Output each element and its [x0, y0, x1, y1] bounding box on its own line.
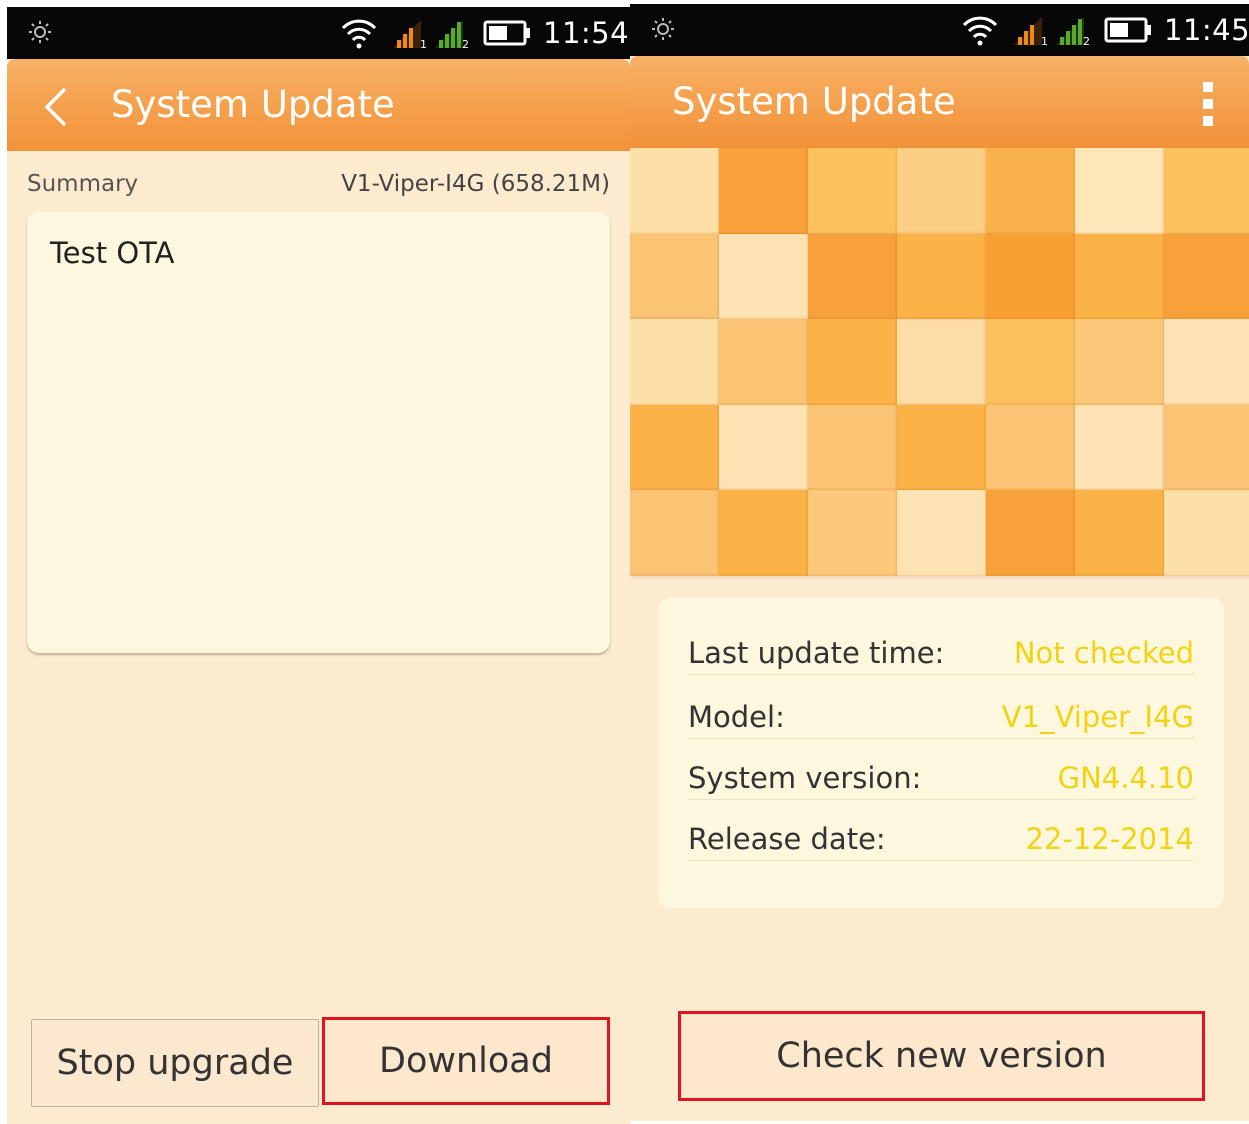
status-time: 11:45 [1164, 13, 1249, 47]
mosaic-tile [719, 148, 808, 234]
wifi-icon [962, 16, 998, 46]
mosaic-tile [897, 404, 986, 491]
last-update-label: Last update time: [688, 636, 945, 670]
mosaic-tile [719, 490, 808, 576]
page-title: System Update [111, 83, 395, 126]
version-info-card: Last update time: Not checked Model: V1_… [658, 598, 1224, 908]
mosaic-tile [1075, 490, 1164, 576]
overflow-menu-icon[interactable] [1201, 82, 1215, 126]
info-row-release-date: Release date: 22-12-2014 [688, 820, 1194, 861]
model-label: Model: [688, 700, 785, 734]
mosaic-tile [1164, 490, 1249, 576]
release-notes-text: Test OTA [50, 236, 175, 270]
mosaic-tile [719, 404, 808, 491]
mosaic-tile [1164, 148, 1249, 234]
check-new-version-button[interactable]: Check new version [678, 1011, 1205, 1101]
mosaic-tile [630, 404, 719, 491]
mosaic-tile [986, 490, 1075, 576]
mosaic-tile [986, 233, 1075, 320]
mosaic-tile [1075, 404, 1164, 491]
mosaic-tile [719, 233, 808, 320]
mosaic-tile [1075, 148, 1164, 234]
status-bar: 1 2 11:45 [630, 4, 1249, 56]
status-time: 11:54 [543, 16, 630, 50]
app-bar: System Update [7, 59, 630, 151]
left-screen: 1 2 11:54 System Update Summary V1-Viper… [7, 7, 630, 1124]
mosaic-tile [897, 233, 986, 320]
svg-text:1: 1 [420, 38, 427, 50]
model-value: V1_Viper_I4G [1001, 700, 1194, 734]
svg-text:1: 1 [1041, 35, 1048, 47]
back-arrow-icon[interactable] [41, 87, 71, 127]
banner-mosaic [630, 148, 1249, 576]
signal-sim1-icon: 1 [1014, 17, 1048, 47]
brightness-icon [652, 18, 674, 40]
svg-text:2: 2 [462, 38, 469, 50]
mosaic-tile [986, 148, 1075, 234]
mosaic-tile [808, 319, 897, 405]
system-version-value: GN4.4.10 [1057, 761, 1194, 795]
mosaic-tile [986, 404, 1075, 491]
release-date-label: Release date: [688, 822, 886, 856]
mosaic-tile [630, 319, 719, 405]
mosaic-tile [1164, 319, 1249, 405]
mosaic-tile [808, 233, 897, 320]
signal-sim2-icon: 2 [1056, 17, 1090, 47]
summary-row: Summary V1-Viper-I4G (658.21M) [27, 163, 610, 199]
mosaic-tile [630, 490, 719, 576]
mosaic-tile [1164, 233, 1249, 320]
mosaic-tile [897, 319, 986, 405]
info-row-last-update: Last update time: Not checked [688, 634, 1194, 675]
svg-text:2: 2 [1083, 35, 1090, 47]
stop-upgrade-button[interactable]: Stop upgrade [31, 1019, 319, 1107]
release-notes: Test OTA [27, 212, 610, 653]
info-row-model: Model: V1_Viper_I4G [688, 698, 1194, 739]
mosaic-tile [897, 490, 986, 576]
mosaic-tile [1075, 319, 1164, 405]
info-row-system-version: System version: GN4.4.10 [688, 759, 1194, 800]
battery-icon [483, 20, 530, 46]
status-bar: 1 2 11:54 [7, 7, 630, 59]
download-button[interactable]: Download [322, 1017, 610, 1105]
mosaic-tile [808, 490, 897, 576]
version-size: V1-Viper-I4G (658.21M) [341, 171, 610, 197]
mosaic-tile [719, 319, 808, 405]
right-screen: 1 2 11:45 System Update Last update time… [630, 4, 1249, 1121]
mosaic-tile [630, 148, 719, 234]
mosaic-tile [1075, 233, 1164, 320]
system-version-label: System version: [688, 761, 922, 795]
mosaic-tile [808, 148, 897, 234]
mosaic-tile [897, 148, 986, 234]
summary-label: Summary [27, 171, 139, 197]
brightness-icon [29, 21, 51, 43]
last-update-value: Not checked [1013, 636, 1194, 670]
battery-icon [1104, 17, 1151, 43]
app-bar: System Update [630, 56, 1249, 148]
mosaic-tile [630, 233, 719, 320]
mosaic-tile [986, 319, 1075, 405]
signal-sim1-icon: 1 [393, 20, 427, 50]
wifi-icon [341, 19, 377, 49]
page-title: System Update [672, 80, 956, 123]
mosaic-tile [1164, 404, 1249, 491]
signal-sim2-icon: 2 [435, 20, 469, 50]
mosaic-tile [808, 404, 897, 491]
release-date-value: 22-12-2014 [1025, 822, 1194, 856]
